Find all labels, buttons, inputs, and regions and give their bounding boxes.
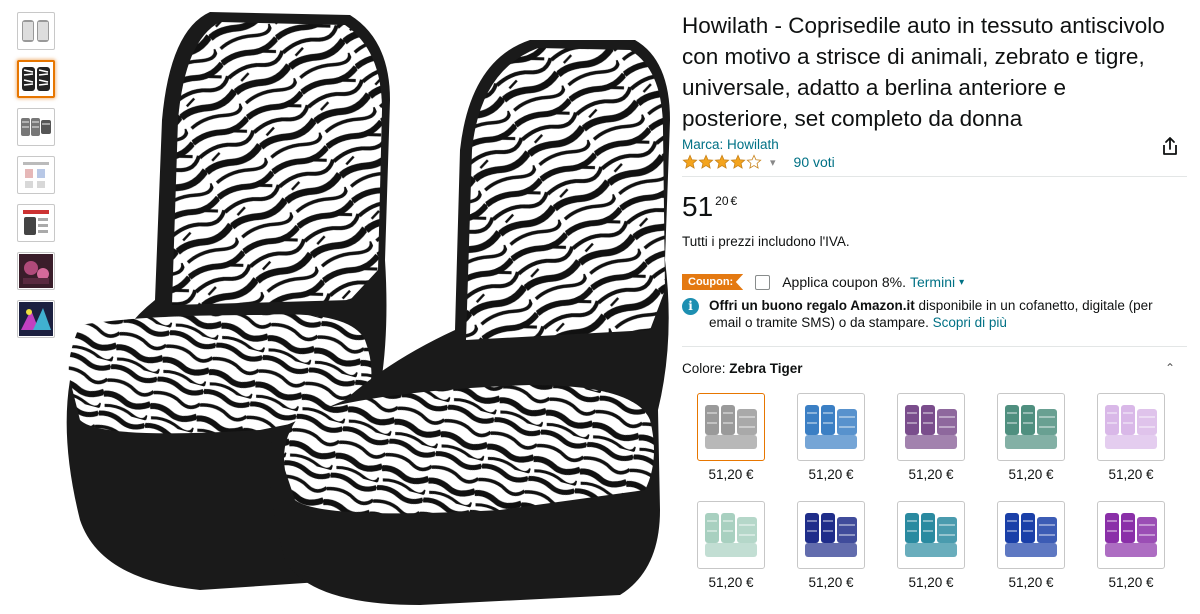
thumbnail-car-interior-colorful[interactable] bbox=[17, 300, 55, 338]
coupon-terms-link[interactable]: Termini bbox=[910, 274, 955, 290]
coupon-row: Coupon: Applica coupon 8%. Termini ▾ bbox=[682, 274, 964, 290]
chevron-up-icon[interactable]: ⌃ bbox=[1165, 361, 1175, 375]
color-swatch[interactable]: 51,20 € bbox=[995, 501, 1067, 590]
star-full-icon bbox=[714, 154, 730, 169]
swatch-thumbnail bbox=[797, 501, 865, 569]
swatch-thumbnail bbox=[997, 393, 1065, 461]
price: 51 20 € bbox=[682, 192, 737, 222]
thumbnail-list bbox=[17, 12, 61, 348]
info-icon: i bbox=[682, 298, 699, 315]
swatch-thumbnail bbox=[697, 393, 765, 461]
coupon-checkbox[interactable] bbox=[755, 274, 771, 290]
swatch-thumbnail bbox=[897, 393, 965, 461]
star-rating[interactable] bbox=[682, 154, 762, 170]
swatch-thumbnail bbox=[1097, 393, 1165, 461]
thumbnail-seat-set-grey[interactable] bbox=[17, 12, 55, 50]
gift-text-block: Offri un buono regalo Amazon.it disponib… bbox=[709, 297, 1172, 331]
swatch-price: 51,20 € bbox=[908, 575, 954, 590]
rating-row: ▾ 90 voti bbox=[682, 154, 835, 170]
price-fraction: 20 bbox=[715, 194, 729, 208]
price-whole: 51 bbox=[682, 191, 714, 222]
swatch-price: 51,20 € bbox=[708, 575, 754, 590]
swatch-price: 51,20 € bbox=[808, 467, 854, 482]
swatch-price: 51,20 € bbox=[1108, 575, 1154, 590]
vat-note: Tutti i prezzi includono l'IVA. bbox=[682, 234, 850, 249]
learn-more-link[interactable]: Scopri di più bbox=[933, 315, 1007, 330]
color-swatch[interactable]: 51,20 € bbox=[895, 393, 967, 482]
divider bbox=[682, 176, 1187, 177]
star-full-icon bbox=[682, 154, 698, 169]
swatch-thumbnail bbox=[797, 393, 865, 461]
swatch-price: 51,20 € bbox=[708, 467, 754, 482]
color-swatch[interactable]: 51,20 € bbox=[995, 393, 1067, 482]
color-swatch[interactable]: 51,20 € bbox=[795, 393, 867, 482]
color-swatch[interactable]: 51,20 € bbox=[1095, 393, 1167, 482]
color-label: Colore: bbox=[682, 361, 730, 376]
thumbnail-car-interior-pink[interactable] bbox=[17, 252, 55, 290]
chevron-down-icon[interactable]: ▾ bbox=[959, 277, 964, 288]
gift-card-notice: i Offri un buono regalo Amazon.it dispon… bbox=[682, 297, 1172, 331]
color-swatch[interactable]: 51,20 € bbox=[695, 501, 767, 590]
main-product-image[interactable] bbox=[60, 0, 675, 609]
color-selector-header: Colore: Zebra Tiger ⌃ bbox=[682, 361, 1187, 376]
star-full-icon bbox=[730, 154, 746, 169]
color-swatch[interactable]: 51,20 € bbox=[795, 501, 867, 590]
swatch-price: 51,20 € bbox=[908, 467, 954, 482]
thumbnail-seat-zebra[interactable] bbox=[17, 60, 55, 98]
swatch-price: 51,20 € bbox=[808, 575, 854, 590]
price-currency: € bbox=[730, 194, 738, 208]
gift-bold-text: Offri un buono regalo Amazon.it bbox=[709, 298, 915, 313]
star-full-icon bbox=[698, 154, 714, 169]
product-title: Howilath - Coprisedile auto in tessuto a… bbox=[682, 13, 1165, 131]
chevron-down-icon[interactable]: ▾ bbox=[770, 156, 776, 169]
thumbnail-installation-guide[interactable] bbox=[17, 204, 55, 242]
color-swatch[interactable]: 51,20 € bbox=[895, 501, 967, 590]
color-swatch[interactable]: 51,20 € bbox=[695, 393, 767, 482]
votes-link[interactable]: 90 voti bbox=[794, 154, 835, 170]
swatch-price: 51,20 € bbox=[1008, 575, 1054, 590]
swatch-thumbnail bbox=[997, 501, 1065, 569]
coupon-badge: Coupon: bbox=[682, 274, 744, 290]
thumbnail-seat-set-rear[interactable] bbox=[17, 108, 55, 146]
swatch-price: 51,20 € bbox=[1108, 467, 1154, 482]
thumbnail-size-chart[interactable] bbox=[17, 156, 55, 194]
divider bbox=[682, 346, 1187, 347]
color-selected-value: Zebra Tiger bbox=[729, 361, 803, 376]
brand-link[interactable]: Marca: Howilath bbox=[682, 137, 779, 152]
coupon-text: Applica coupon 8%. bbox=[782, 274, 906, 290]
share-icon[interactable] bbox=[1161, 136, 1179, 161]
swatch-thumbnail bbox=[1097, 501, 1165, 569]
swatch-thumbnail bbox=[697, 501, 765, 569]
swatch-price: 51,20 € bbox=[1008, 467, 1054, 482]
color-swatch[interactable]: 51,20 € bbox=[1095, 501, 1167, 590]
swatch-thumbnail bbox=[897, 501, 965, 569]
star-empty-icon bbox=[746, 154, 762, 169]
